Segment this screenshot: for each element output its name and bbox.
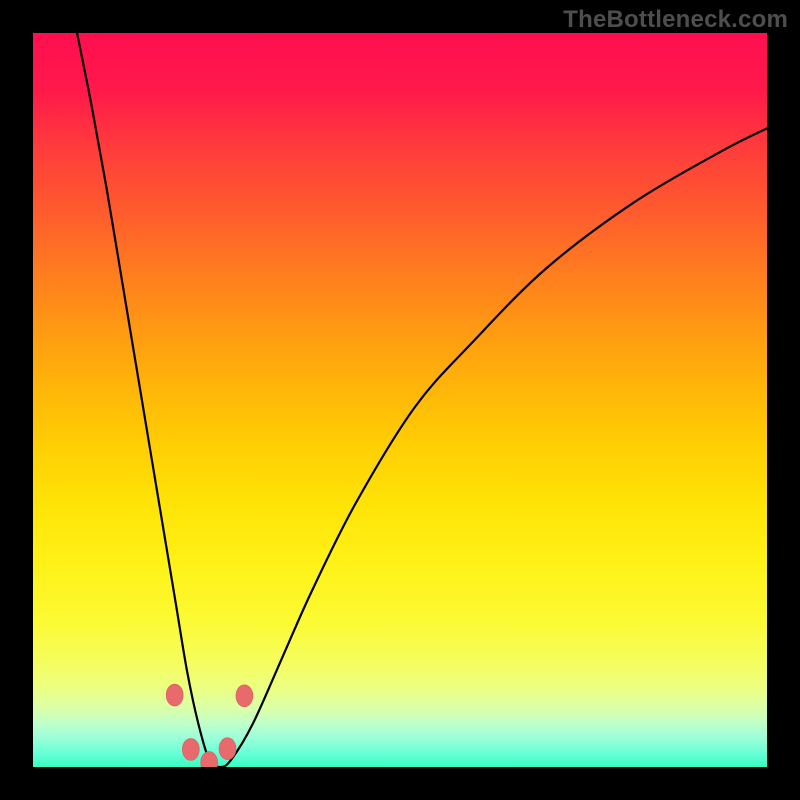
chart-svg	[33, 33, 767, 767]
bottleneck-curve	[77, 33, 767, 767]
curve-marker	[219, 738, 236, 760]
curve-marker	[201, 752, 218, 767]
marker-layer	[166, 684, 253, 767]
curve-marker	[166, 684, 183, 706]
chart-frame: TheBottleneck.com	[0, 0, 800, 800]
plot-area	[33, 33, 767, 767]
curve-marker	[236, 685, 253, 707]
curve-layer	[77, 33, 767, 767]
curve-marker	[182, 738, 199, 760]
watermark-text: TheBottleneck.com	[563, 6, 788, 34]
